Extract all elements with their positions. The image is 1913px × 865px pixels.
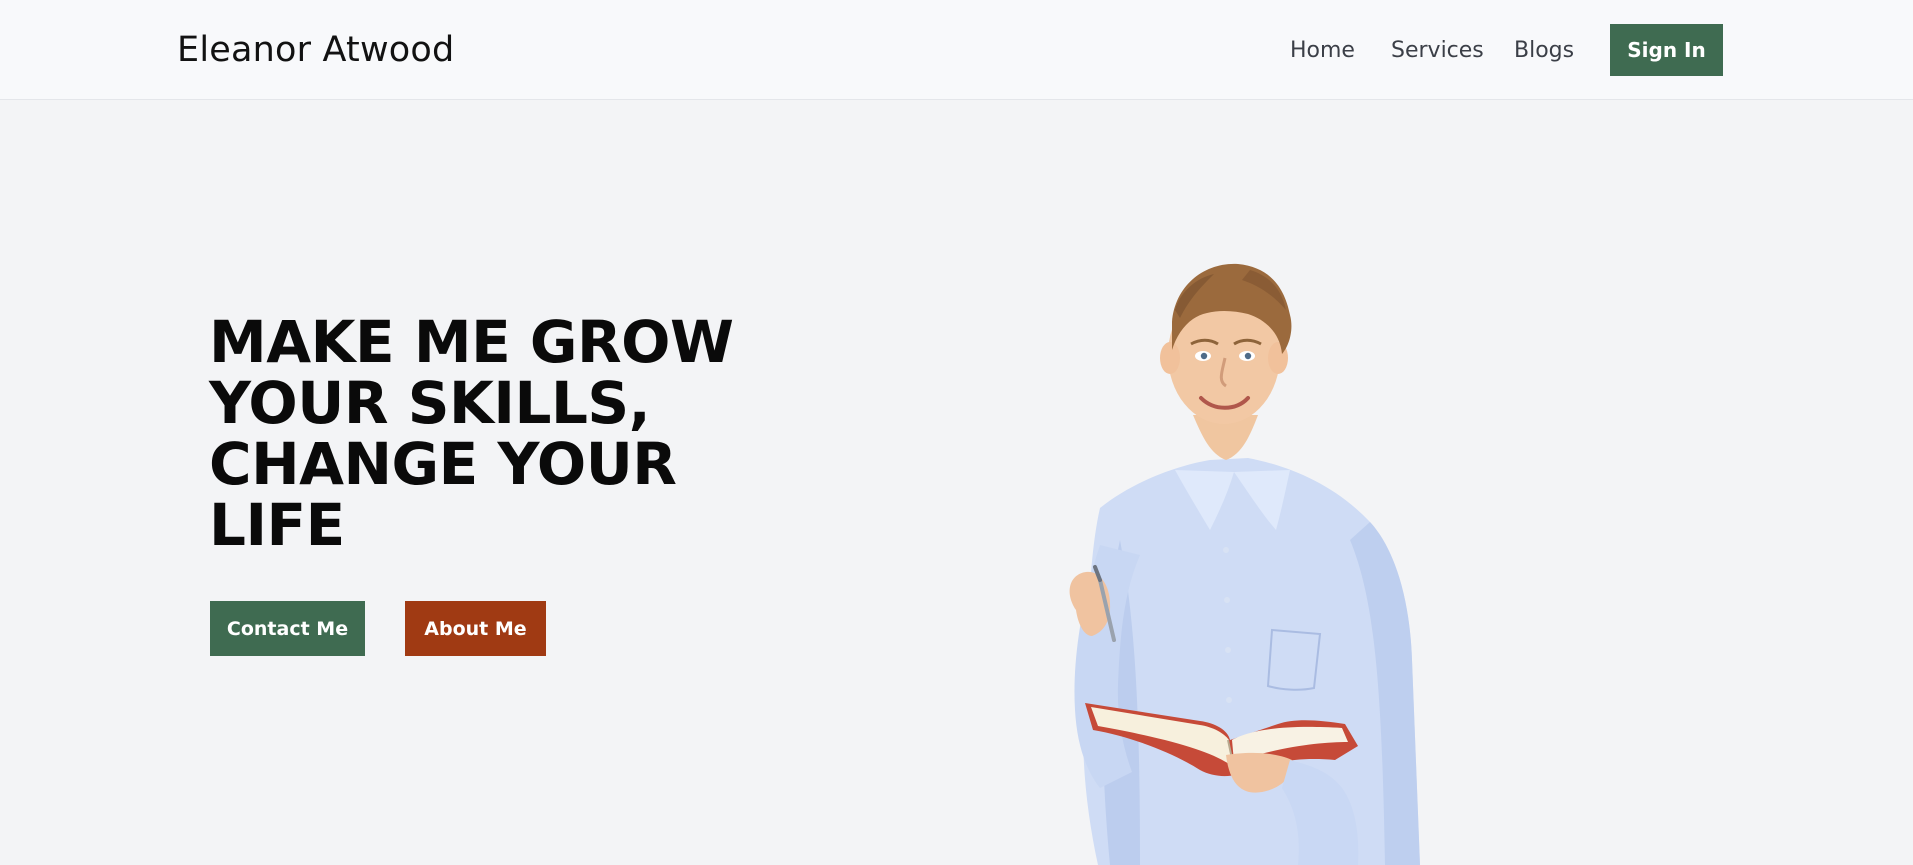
brand-logo[interactable]: Eleanor Atwood bbox=[177, 30, 454, 70]
nav-services[interactable]: Services bbox=[1391, 38, 1484, 63]
nav-blogs[interactable]: Blogs bbox=[1514, 38, 1574, 63]
about-me-button[interactable]: About Me bbox=[405, 601, 546, 656]
hero-title: MAKE ME GROW YOUR SKILLS, CHANGE YOUR LI… bbox=[209, 308, 734, 559]
hero-person-image bbox=[1069, 263, 1420, 865]
nav-home[interactable]: Home bbox=[1290, 38, 1355, 63]
contact-me-button[interactable]: Contact Me bbox=[210, 601, 365, 656]
sign-in-button[interactable]: Sign In bbox=[1610, 24, 1723, 76]
site-header: Eleanor Atwood Home Services Blogs Sign … bbox=[0, 0, 1913, 100]
